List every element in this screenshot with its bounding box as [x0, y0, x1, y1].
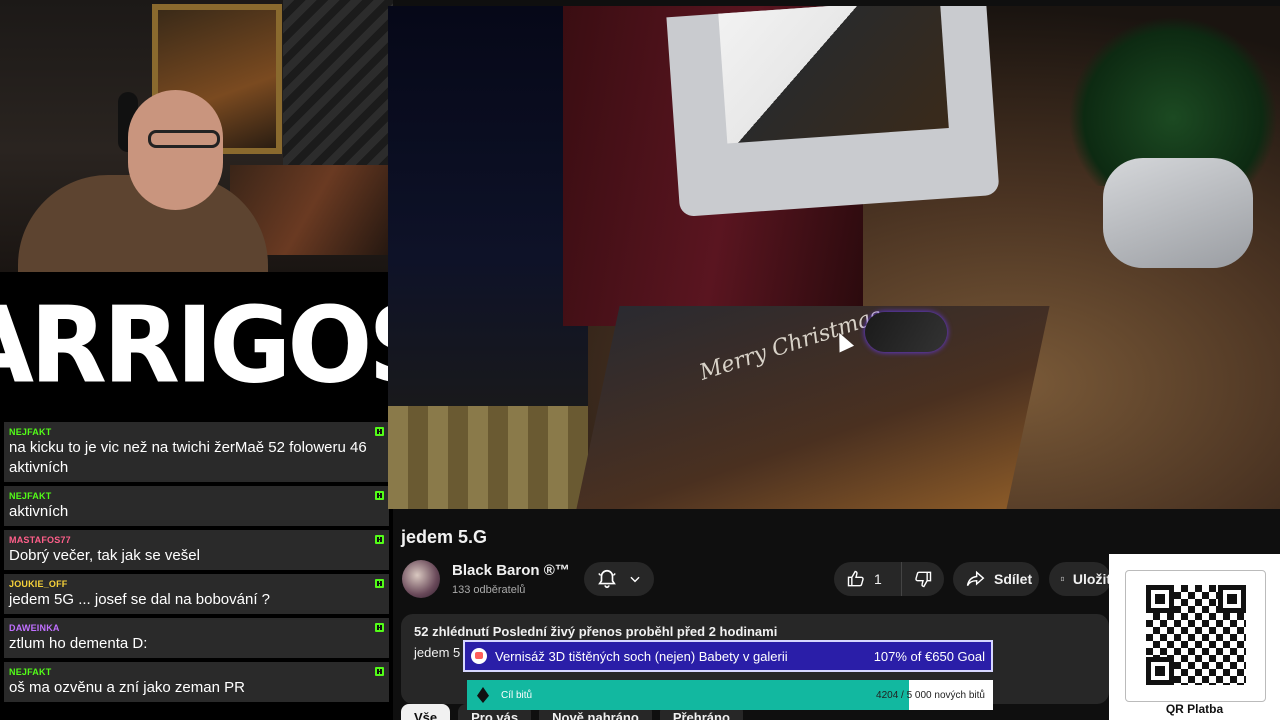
kick-badge-icon — [375, 623, 384, 632]
goal-title: Vernisáž 3D tištěných soch (nejen) Babet… — [495, 648, 788, 664]
chat-username: NEJFAKT — [9, 667, 52, 677]
like-count: 1 — [874, 571, 882, 587]
acoustic-foam — [283, 0, 393, 180]
qr-label: QR Platba — [1165, 702, 1224, 716]
video-scene-floor — [388, 406, 588, 509]
chat-message: JOUKIE_OFF jedem 5G ... josef se dal na … — [4, 574, 389, 614]
chat-message: MASTAFOS77 Dobrý večer, tak jak se vešel — [4, 530, 389, 570]
chat-message: DAWEINKA ztlum ho dementa D: — [4, 618, 389, 658]
channel-name[interactable]: Black Baron ®™ — [452, 562, 570, 579]
chat-overlay: NEJFAKT na kicku to je vic než na twichi… — [0, 418, 393, 720]
chat-text: na kicku to je vic než na twichi žerMaě … — [9, 439, 367, 476]
streamer-face — [128, 90, 223, 210]
glasses — [148, 130, 220, 148]
thumbs-down-icon — [915, 571, 932, 588]
save-label: Uložit — [1072, 571, 1111, 587]
chevron-down-icon — [630, 576, 640, 583]
gaming-mouse — [865, 312, 947, 352]
view-count-and-date: 52 zhlédnutí Poslední živý přenos proběh… — [414, 624, 778, 639]
chat-username: NEJFAKT — [9, 427, 52, 437]
qr-frame — [1125, 570, 1266, 702]
dislike-button[interactable] — [902, 562, 944, 596]
kick-badge-icon — [375, 535, 384, 544]
qr-finder — [1145, 585, 1174, 613]
chip-all[interactable]: Vše — [401, 704, 451, 720]
chat-text: ztlum ho dementa D: — [9, 635, 148, 652]
like-dislike-group: 1 — [834, 562, 944, 596]
chat-message: NEJFAKT aktivních — [4, 486, 389, 526]
thumbs-up-icon — [847, 570, 864, 587]
bits-progress-fill — [467, 680, 909, 710]
video-scene-heater — [1103, 158, 1253, 268]
kofi-goal-bar: Vernisáž 3D tištěných soch (nejen) Babet… — [463, 640, 993, 672]
bits-count: 4204 / 5 000 nových bitů — [876, 689, 985, 701]
kick-badge-icon — [375, 427, 384, 436]
chat-username: MASTAFOS77 — [9, 535, 71, 545]
kick-badge-icon — [375, 579, 384, 588]
share-button[interactable]: Sdílet — [953, 562, 1039, 596]
subscriber-count: 133 odběratelů — [452, 584, 526, 596]
kick-badge-icon — [375, 667, 384, 676]
video-scene-left — [388, 6, 588, 426]
like-button[interactable]: 1 — [834, 562, 902, 596]
kofi-cup-icon — [471, 648, 487, 664]
bell-icon — [598, 569, 616, 589]
qr-payment-panel: QR Platba — [1109, 554, 1280, 720]
channel-avatar[interactable] — [402, 560, 440, 598]
qr-finder — [1145, 657, 1174, 685]
video-scene-monitor — [666, 6, 1000, 217]
webcam-feed — [0, 0, 393, 272]
kick-badge-icon — [375, 491, 384, 500]
screen: ARRIGOS NEJFAKT na kicku to je vic než n… — [0, 0, 1280, 720]
bits-goal-bar: Cíl bitů 4204 / 5 000 nových bitů — [467, 680, 993, 710]
chat-username: NEJFAKT — [9, 491, 52, 501]
channel-logo: ARRIGOS — [0, 272, 440, 418]
goal-progress: 107% of €650 Goal — [873, 648, 985, 664]
share-icon — [966, 570, 985, 587]
logo-text: ARRIGOS — [0, 283, 440, 407]
chat-text: jedem 5G ... josef se dal na bobování ? — [9, 591, 270, 608]
chat-text: aktivních — [9, 503, 69, 520]
qr-finder — [1217, 585, 1246, 613]
save-button[interactable]: Uložit — [1049, 562, 1111, 596]
chat-text: Dobrý večer, tak jak se vešel — [9, 547, 200, 564]
chat-username: JOUKIE_OFF — [9, 579, 68, 589]
qr-code — [1145, 585, 1246, 685]
chat-username: DAWEINKA — [9, 623, 60, 633]
video-player[interactable]: Merry Christmas — [388, 6, 1280, 509]
share-label: Sdílet — [994, 571, 1033, 587]
chat-text: oš ma ozvěnu a zní jako zeman PR — [9, 679, 245, 696]
chat-message: NEJFAKT oš ma ozvěnu a zní jako zeman PR — [4, 662, 389, 702]
subscribe-notifications-button[interactable] — [584, 562, 654, 596]
chat-message: NEJFAKT na kicku to je vic než na twichi… — [4, 422, 389, 482]
bits-label: Cíl bitů — [501, 689, 533, 701]
video-title: jedem 5.G — [401, 527, 488, 547]
bookmark-icon — [1061, 576, 1064, 582]
